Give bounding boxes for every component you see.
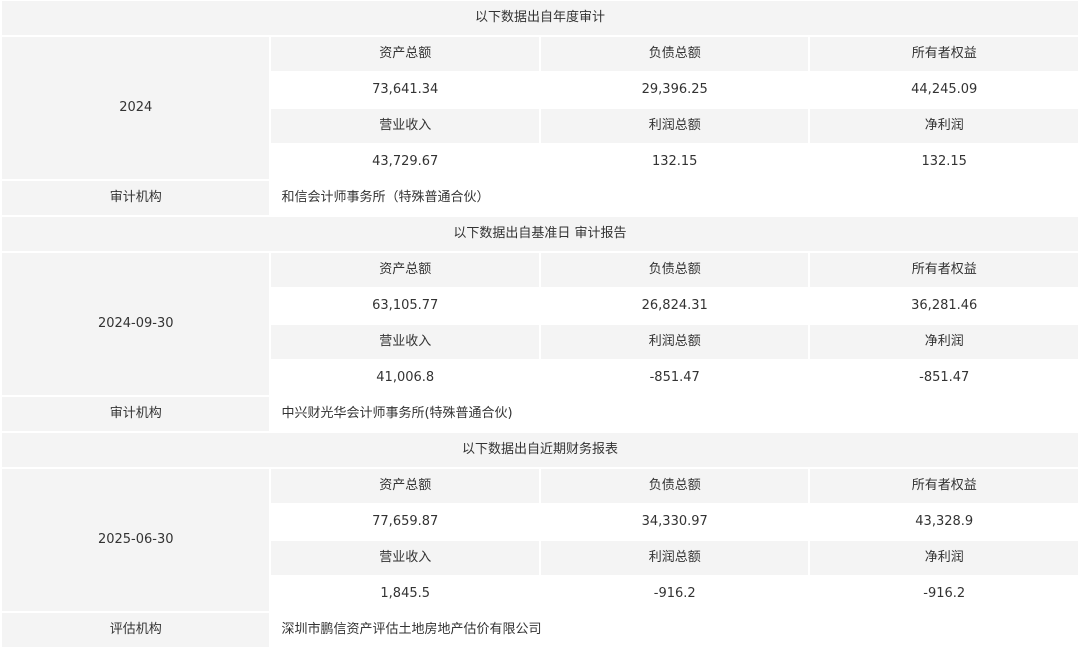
header-net-profit: 净利润 [810, 541, 1078, 575]
value-total-assets: 73,641.34 [271, 73, 539, 107]
header-total-profit: 利润总额 [540, 109, 809, 143]
value-total-liabilities: 34,330.97 [540, 505, 809, 539]
value-revenue: 1,845.5 [271, 577, 539, 611]
period-label: 2024 [2, 37, 270, 179]
org-row: 审计机构 和信会计师事务所（特殊普通合伙） [2, 181, 1078, 215]
org-label: 审计机构 [2, 397, 270, 431]
org-label: 审计机构 [2, 181, 270, 215]
header-total-assets: 资产总额 [271, 469, 539, 503]
org-name: 中兴财光华会计师事务所(特殊普通合伙) [271, 397, 1078, 431]
header-total-profit: 利润总额 [540, 325, 809, 359]
value-total-assets: 63,105.77 [271, 289, 539, 323]
value-revenue: 43,729.67 [271, 145, 539, 179]
header-owners-equity: 所有者权益 [810, 469, 1078, 503]
period-label: 2024-09-30 [2, 253, 270, 395]
value-total-profit: -916.2 [540, 577, 809, 611]
section-title-row: 以下数据出自近期财务报表 [2, 433, 1078, 467]
financial-data-table: 以下数据出自年度审计 2024 资产总额 负债总额 所有者权益 73,641.3… [0, 0, 1080, 649]
org-name: 和信会计师事务所（特殊普通合伙） [271, 181, 1078, 215]
section-title: 以下数据出自基准日 审计报告 [2, 217, 1078, 251]
value-owners-equity: 36,281.46 [810, 289, 1078, 323]
header-total-liabilities: 负债总额 [540, 469, 809, 503]
period-label: 2025-06-30 [2, 469, 270, 611]
section-title: 以下数据出自年度审计 [2, 1, 1078, 35]
header-total-profit: 利润总额 [540, 541, 809, 575]
header-owners-equity: 所有者权益 [810, 37, 1078, 71]
header-row: 2024 资产总额 负债总额 所有者权益 [2, 37, 1078, 179]
value-revenue: 41,006.8 [271, 361, 539, 395]
value-total-assets: 77,659.87 [271, 505, 539, 539]
value-net-profit: 132.15 [810, 145, 1078, 179]
header-net-profit: 净利润 [810, 325, 1078, 359]
section-title: 以下数据出自近期财务报表 [2, 433, 1078, 467]
value-owners-equity: 44,245.09 [810, 73, 1078, 107]
header-revenue: 营业收入 [271, 109, 539, 143]
header-row: 2024-09-30 资产总额 负债总额 所有者权益 [2, 253, 1078, 395]
header-revenue: 营业收入 [271, 541, 539, 575]
header-owners-equity: 所有者权益 [810, 253, 1078, 287]
header-net-profit: 净利润 [810, 109, 1078, 143]
value-net-profit: -851.47 [810, 361, 1078, 395]
value-total-profit: 132.15 [540, 145, 809, 179]
header-total-liabilities: 负债总额 [540, 37, 809, 71]
header-total-liabilities: 负债总额 [540, 253, 809, 287]
value-owners-equity: 43,328.9 [810, 505, 1078, 539]
org-row: 评估机构 深圳市鹏信资产评估土地房地产估价有限公司 [2, 613, 1078, 647]
value-net-profit: -916.2 [810, 577, 1078, 611]
section-title-row: 以下数据出自年度审计 [2, 1, 1078, 35]
value-total-profit: -851.47 [540, 361, 809, 395]
org-name: 深圳市鹏信资产评估土地房地产估价有限公司 [271, 613, 1078, 647]
value-total-liabilities: 29,396.25 [540, 73, 809, 107]
header-total-assets: 资产总额 [271, 253, 539, 287]
section-title-row: 以下数据出自基准日 审计报告 [2, 217, 1078, 251]
header-revenue: 营业收入 [271, 325, 539, 359]
value-total-liabilities: 26,824.31 [540, 289, 809, 323]
header-row: 2025-06-30 资产总额 负债总额 所有者权益 [2, 469, 1078, 611]
org-label: 评估机构 [2, 613, 270, 647]
header-total-assets: 资产总额 [271, 37, 539, 71]
org-row: 审计机构 中兴财光华会计师事务所(特殊普通合伙) [2, 397, 1078, 431]
